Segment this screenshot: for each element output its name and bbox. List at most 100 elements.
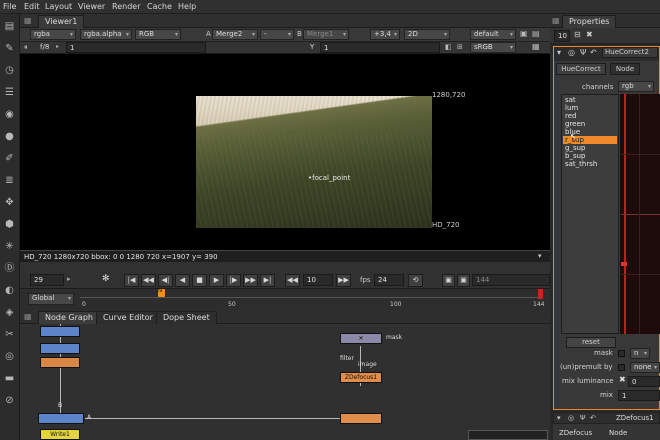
image-icon[interactable]: ▤ xyxy=(3,20,16,33)
pane-menu-icon[interactable]: ▦ xyxy=(24,312,32,321)
undo-icon[interactable]: ↶ xyxy=(590,414,596,422)
mask-select[interactable]: n xyxy=(630,348,650,359)
node-orange-1[interactable] xyxy=(40,357,80,368)
curve-item-green[interactable]: green xyxy=(565,120,585,128)
alpha-channel-dropdown[interactable]: rgba.alpha xyxy=(80,29,132,40)
node-name-field[interactable]: HueCorrect2 xyxy=(602,47,658,58)
b-input-dropdown[interactable]: Merge1 xyxy=(303,29,349,40)
node-merge[interactable] xyxy=(38,413,84,424)
first-frame-button[interactable]: |◀ xyxy=(124,274,139,287)
curve-item-sat-thrsh[interactable]: sat_thrsh xyxy=(565,160,597,168)
other-icon[interactable]: ✂ xyxy=(3,328,16,341)
stop-button[interactable]: ■ xyxy=(192,274,207,287)
view-mode-dropdown[interactable]: 2D xyxy=(404,29,450,40)
particles-icon[interactable]: ✳ xyxy=(3,240,16,253)
toolsets-icon[interactable]: ▬ xyxy=(3,372,16,385)
metadata-icon[interactable]: ◈ xyxy=(3,306,16,319)
merge-icon[interactable]: ≣ xyxy=(3,174,16,187)
info-dropdown-icon[interactable]: ▾ xyxy=(538,252,542,260)
in-point-button[interactable]: ▣ xyxy=(442,274,455,287)
tab-node[interactable]: Node xyxy=(610,63,640,75)
grid-icon[interactable]: ▦ xyxy=(532,42,540,51)
node-blue-2[interactable] xyxy=(40,343,80,354)
tab-viewer1[interactable]: Viewer1 xyxy=(38,15,85,28)
loop-mode-button[interactable]: ⟲ xyxy=(408,274,423,287)
timeline[interactable]: Global 0 50 100 144 29 xyxy=(20,288,550,310)
prev-frame-button[interactable]: ◀| xyxy=(158,274,173,287)
unpremult-checkbox[interactable] xyxy=(618,364,625,371)
collapse-icon[interactable]: ▾ xyxy=(557,414,561,422)
gain-dropdown[interactable]: +3,4 xyxy=(370,29,400,40)
keyer-icon[interactable]: ✐ xyxy=(3,152,16,165)
tab-zdefocus[interactable]: ZDefocus xyxy=(559,429,592,437)
tab-node-graph[interactable]: Node Graph xyxy=(38,311,100,324)
viewer-lut-dropdown[interactable]: sRGB xyxy=(470,42,516,53)
node-graph-canvas[interactable]: B A Write1 ✕ mask filter image ZDefocus1 xyxy=(20,324,550,440)
clear-panels-icon[interactable]: ✖ xyxy=(586,30,593,39)
proxy-icon[interactable]: ⊞ xyxy=(457,43,463,51)
viewer-image-grass-field[interactable] xyxy=(196,96,432,228)
menu-cache[interactable]: Cache xyxy=(147,2,172,11)
menu-layout[interactable]: Layout xyxy=(45,2,72,11)
zdefocus-node-name[interactable]: ZDefocus1 xyxy=(616,414,654,422)
menu-render[interactable]: Render xyxy=(112,2,140,11)
color-icon[interactable]: ◉ xyxy=(3,108,16,121)
node-write1[interactable]: Write1 xyxy=(40,429,80,440)
pane-menu-icon[interactable]: ▦ xyxy=(24,16,32,25)
overlay-icon[interactable]: ◧ xyxy=(445,43,452,51)
node-zdefocus1[interactable]: ZDefocus1 xyxy=(340,372,382,383)
current-frame-field[interactable]: 29 xyxy=(30,274,64,286)
step-back-button[interactable]: ◀◀ xyxy=(285,274,300,287)
node-read-top[interactable] xyxy=(40,326,80,337)
a-input-dropdown[interactable]: Merge2 xyxy=(212,29,258,40)
furnace-icon[interactable]: ◎ xyxy=(3,350,16,363)
step-forward-button[interactable]: ▶▶ xyxy=(336,274,351,287)
reset-button[interactable]: reset xyxy=(566,337,616,348)
filter-icon[interactable]: ● xyxy=(3,130,16,143)
tab-properties[interactable]: Properties xyxy=(562,15,617,28)
mix-luminance-checkbox[interactable]: ✖ xyxy=(619,375,626,384)
lut-dropdown[interactable]: default xyxy=(470,29,516,40)
float-icon[interactable]: ◎ xyxy=(568,48,575,57)
tab-huecorrect[interactable]: HueCorrect xyxy=(556,63,606,75)
play-backward-button[interactable]: ◀ xyxy=(175,274,190,287)
deep-icon[interactable]: Ⓓ xyxy=(3,262,16,275)
gamma-field[interactable]: 1 xyxy=(320,42,440,53)
tab-curve-editor[interactable]: Curve Editor xyxy=(96,311,160,324)
gizmo-icon[interactable]: ⊘ xyxy=(3,394,16,407)
frame-stepper-icon[interactable]: ▸ xyxy=(67,275,71,283)
focal-point-widget[interactable]: •focal_point xyxy=(308,174,350,182)
mini-map[interactable] xyxy=(468,430,548,440)
3d-icon[interactable]: ⬢ xyxy=(3,218,16,231)
frame-range-field[interactable]: 144 xyxy=(472,274,550,286)
curve-item-red[interactable]: red xyxy=(565,112,576,120)
flipbook-button[interactable]: ▣ xyxy=(457,274,470,287)
menu-file[interactable]: File xyxy=(3,2,16,11)
fstop-stepper-icon[interactable]: ▸ xyxy=(56,43,59,50)
mix-field[interactable]: 1 xyxy=(618,390,660,401)
max-panels-field[interactable]: 10 xyxy=(554,30,570,42)
mask-checkbox[interactable] xyxy=(618,350,625,357)
undo-icon[interactable]: ↶ xyxy=(590,48,597,57)
last-frame-button[interactable]: ▶| xyxy=(260,274,275,287)
center-node-icon[interactable]: Ψ xyxy=(580,48,586,57)
menu-viewer[interactable]: Viewer xyxy=(78,2,105,11)
next-keyframe-button[interactable]: ▶▶ xyxy=(243,274,258,287)
keyframe-icon[interactable]: ✻ xyxy=(102,274,110,284)
float-icon[interactable]: ◎ xyxy=(568,414,574,422)
channels-select[interactable]: rgb xyxy=(618,81,654,92)
curve-editor-graph[interactable] xyxy=(620,94,660,334)
step-increment-field[interactable]: 10 xyxy=(303,274,333,286)
tab-zdefocus-node[interactable]: Node xyxy=(609,429,627,437)
center-node-icon[interactable]: Ψ xyxy=(580,414,586,422)
out-point-marker[interactable] xyxy=(538,289,543,299)
fps-field[interactable]: 24 xyxy=(374,274,404,286)
curve-item-lum[interactable]: lum xyxy=(565,104,578,112)
paint-icon[interactable]: ✎ xyxy=(3,42,16,55)
mix-luminance-field[interactable]: 0 xyxy=(628,376,660,387)
menu-help[interactable]: Help xyxy=(178,2,196,11)
transform-icon[interactable]: ✥ xyxy=(3,196,16,209)
channels-dropdown[interactable]: rgba xyxy=(30,29,76,40)
clip-warning-icon[interactable]: ▣ xyxy=(520,29,528,38)
curve-key-point[interactable] xyxy=(621,262,627,266)
